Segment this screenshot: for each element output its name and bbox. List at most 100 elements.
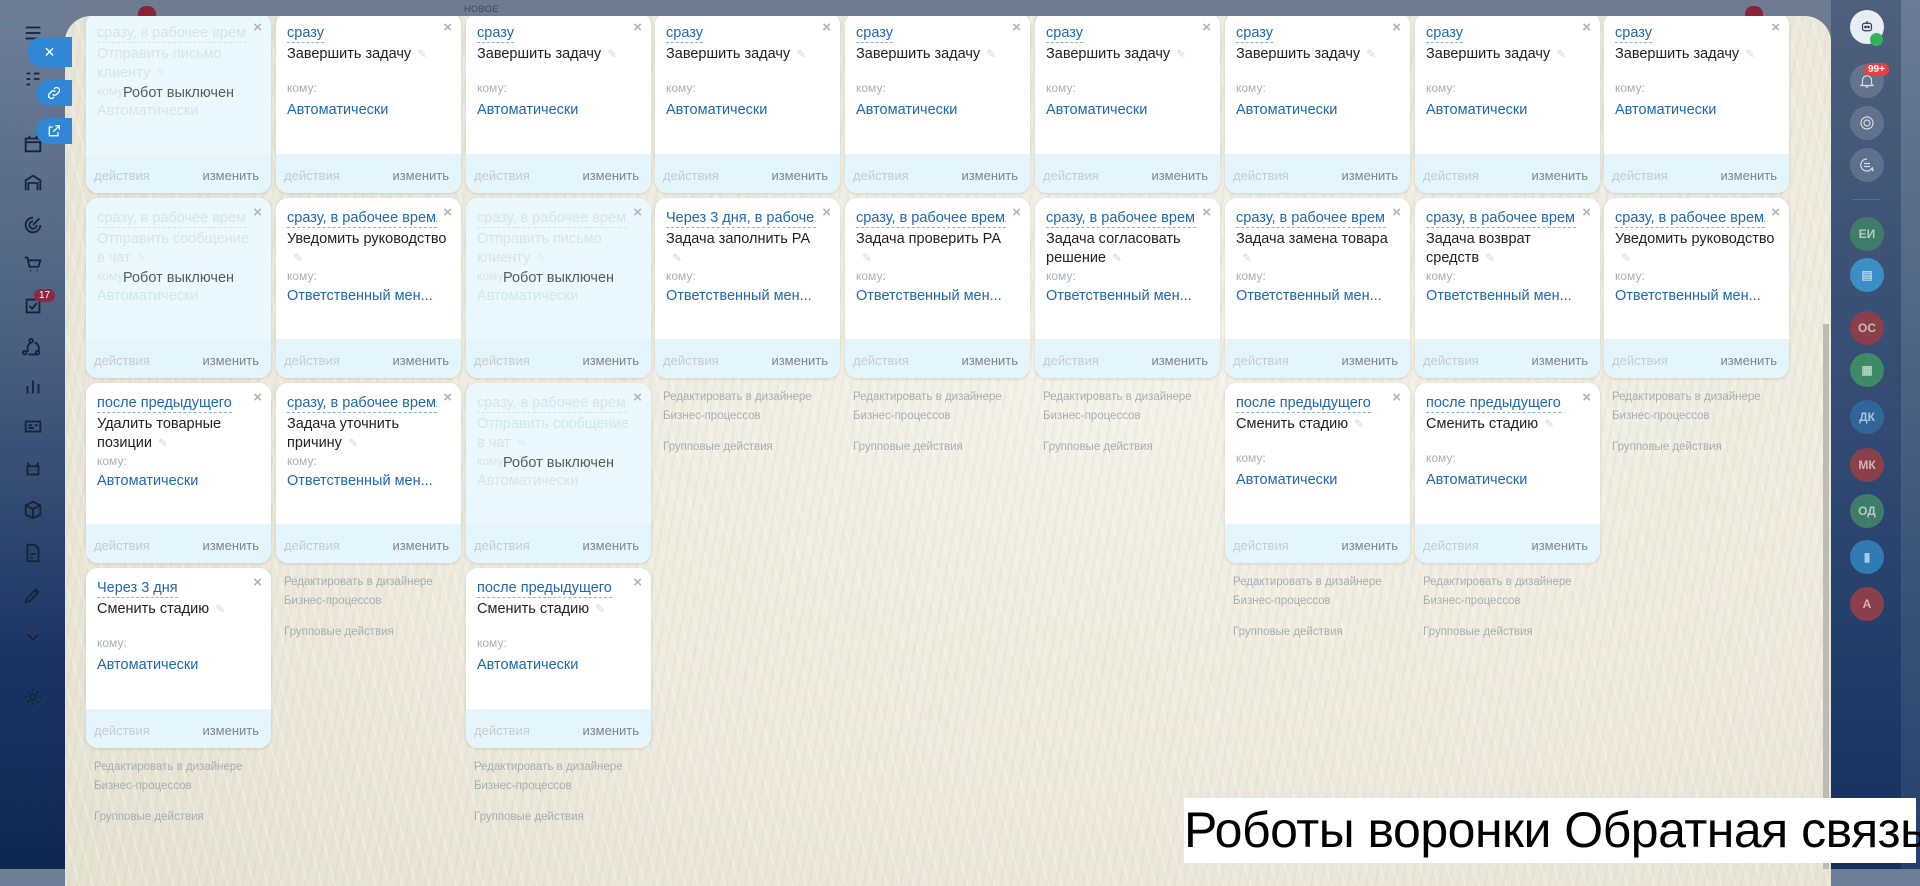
actions-link[interactable]: действия xyxy=(1612,353,1668,368)
actions-link[interactable]: действия xyxy=(1233,168,1289,183)
pencil-icon[interactable]: ✎ xyxy=(158,434,168,453)
pencil-icon[interactable]: ✎ xyxy=(595,600,605,619)
group-actions-link[interactable]: Групповые действия xyxy=(1423,623,1603,642)
chat-avatar[interactable]: А xyxy=(1850,587,1884,621)
assignee-link[interactable]: Автоматически xyxy=(1615,102,1716,118)
trigger-link[interactable]: после предыдущего xyxy=(1236,394,1371,413)
close-icon[interactable]: × xyxy=(1771,204,1780,221)
close-icon[interactable]: × xyxy=(253,389,262,406)
edit-link[interactable]: изменить xyxy=(1531,353,1588,368)
robot-card[interactable]: сразу, в рабочее время × Уведомить руковод… xyxy=(1604,198,1789,378)
edit-link[interactable]: изменить xyxy=(582,538,639,553)
robot-card[interactable]: сразу, в рабочее время × Уведомить руковод… xyxy=(276,198,461,378)
pencil-icon[interactable]: ✎ xyxy=(348,434,358,453)
edit-in-designer-link-line2[interactable]: Бизнес-процессов xyxy=(853,410,951,422)
assignee-link[interactable]: Автоматически xyxy=(477,102,578,118)
robot-card-disabled[interactable]: сразу, в рабочее время × Отправить письмо … xyxy=(86,16,271,193)
assignee-link[interactable]: Ответственный мен... xyxy=(856,288,1002,304)
pencil-icon[interactable]: ✎ xyxy=(215,600,225,619)
robot-card-disabled[interactable]: сразу, в рабочее врем... × Отправить сообщ… xyxy=(466,383,651,563)
assignee-link[interactable]: Автоматически xyxy=(1046,102,1147,118)
trigger-link[interactable]: сразу, в рабочее врем... xyxy=(1236,209,1386,228)
close-icon[interactable]: × xyxy=(822,19,831,36)
assignee-link[interactable]: Автоматически xyxy=(97,103,198,119)
close-icon[interactable]: × xyxy=(633,19,642,36)
edit-link[interactable]: изменить xyxy=(1531,168,1588,183)
robot-card[interactable]: после предыдущего × Сменить стадию ✎ кому: Ав… xyxy=(1415,383,1600,563)
robot-card[interactable]: сразу, в рабочее врем... × Задача возврат … xyxy=(1415,198,1600,378)
actions-link[interactable]: действия xyxy=(663,353,719,368)
robot-icon[interactable] xyxy=(20,456,46,482)
robot-card[interactable]: Через 3 дня × Сменить стадию ✎ кому: Автомати… xyxy=(86,568,271,748)
pencil-icon[interactable]: ✎ xyxy=(137,249,147,268)
trigger-link[interactable]: Через 3 дня xyxy=(97,579,178,598)
edit-link[interactable]: изменить xyxy=(202,723,259,738)
edit-link[interactable]: изменить xyxy=(582,723,639,738)
close-icon[interactable]: × xyxy=(1392,389,1401,406)
assignee-link[interactable]: Ответственный мен... xyxy=(1236,288,1382,304)
trigger-link[interactable]: сразу xyxy=(477,24,514,43)
robot-card[interactable]: сразу × Завершить задачу ✎ кому: Автоматическ… xyxy=(1225,16,1410,193)
copilot-button[interactable] xyxy=(1850,106,1884,140)
robot-card[interactable]: сразу, в рабочее врем... × Задача замена т… xyxy=(1225,198,1410,378)
edit-link[interactable]: изменить xyxy=(202,168,259,183)
close-icon[interactable]: × xyxy=(443,389,452,406)
robot-card[interactable]: сразу, в рабочее время × Задача уточнить п… xyxy=(276,383,461,563)
edit-in-designer-link[interactable]: Редактировать в дизайнере xyxy=(474,761,623,773)
robot-card[interactable]: сразу × Завершить задачу ✎ кому: Автоматическ… xyxy=(1415,16,1600,193)
close-icon[interactable]: × xyxy=(1202,204,1211,221)
assignee-link[interactable]: Автоматически xyxy=(856,102,957,118)
analytics-icon[interactable] xyxy=(20,373,46,399)
edit-link[interactable]: изменить xyxy=(1341,353,1398,368)
edit-link[interactable]: изменить xyxy=(392,168,449,183)
edit-link[interactable]: изменить xyxy=(1531,538,1588,553)
robot-card[interactable]: сразу × Завершить задачу ✎ кому: Автоматическ… xyxy=(466,16,651,193)
edit-link[interactable]: изменить xyxy=(392,538,449,553)
group-actions-link[interactable]: Групповые действия xyxy=(1612,438,1792,457)
pencil-icon[interactable]: ✎ xyxy=(1485,249,1495,268)
pencil-icon[interactable]: ✎ xyxy=(417,45,427,64)
trigger-link[interactable]: сразу, в рабочее врем... xyxy=(1426,209,1576,228)
edit-link[interactable]: изменить xyxy=(771,168,828,183)
trigger-link[interactable]: сразу xyxy=(1046,24,1083,43)
close-icon[interactable]: × xyxy=(633,204,642,221)
scrollbar[interactable] xyxy=(1823,324,1829,869)
chat-avatar[interactable]: ЕИ xyxy=(1850,217,1884,251)
pencil-icon[interactable]: ✎ xyxy=(1745,45,1755,64)
edit-in-designer-link-line2[interactable]: Бизнес-процессов xyxy=(663,410,761,422)
edit-link[interactable]: изменить xyxy=(1151,353,1208,368)
assignee-link[interactable]: Автоматически xyxy=(477,657,578,673)
edit-link[interactable]: изменить xyxy=(582,168,639,183)
close-icon[interactable]: × xyxy=(253,574,262,591)
edit-in-designer-link-line2[interactable]: Бизнес-процессов xyxy=(1612,410,1710,422)
edit-link[interactable]: изменить xyxy=(1720,168,1777,183)
close-icon[interactable]: × xyxy=(1582,204,1591,221)
actions-link[interactable]: действия xyxy=(853,353,909,368)
edit-link[interactable]: изменить xyxy=(961,168,1018,183)
target-icon[interactable] xyxy=(20,212,46,238)
assignee-link[interactable]: Автоматически xyxy=(477,288,578,304)
open-new-window-button[interactable] xyxy=(36,118,72,144)
robot-card[interactable]: после предыдущего × Удалить товарные позиц… xyxy=(86,383,271,563)
pencil-icon[interactable]: ✎ xyxy=(607,45,617,64)
box-icon[interactable] xyxy=(20,497,46,523)
pencil-icon[interactable]: ✎ xyxy=(1621,249,1631,268)
edit-link[interactable]: изменить xyxy=(961,353,1018,368)
assignee-link[interactable]: Ответственный мен... xyxy=(666,288,812,304)
assignee-link[interactable]: Ответственный мен... xyxy=(287,473,433,489)
assignee-link[interactable]: Автоматически xyxy=(97,288,198,304)
close-icon[interactable]: × xyxy=(1012,19,1021,36)
edit-link[interactable]: изменить xyxy=(1341,538,1398,553)
assignee-link[interactable]: Автоматически xyxy=(1426,472,1527,488)
chat-avatar[interactable]: ОД xyxy=(1850,494,1884,528)
pencil-icon[interactable]: ✎ xyxy=(517,434,527,453)
actions-link[interactable]: действия xyxy=(94,353,150,368)
trigger-link[interactable]: сразу, в рабочее время xyxy=(477,209,627,228)
edit-link[interactable]: изменить xyxy=(202,353,259,368)
robot-card[interactable]: сразу × Завершить задачу ✎ кому: Автоматическ… xyxy=(845,16,1030,193)
assignee-link[interactable]: Ответственный мен... xyxy=(1615,288,1761,304)
edit-in-designer-link[interactable]: Редактировать в дизайнере xyxy=(284,576,433,588)
edit-link[interactable]: изменить xyxy=(1341,168,1398,183)
trigger-link[interactable]: после предыдущего xyxy=(477,579,612,598)
actions-link[interactable]: действия xyxy=(284,168,340,183)
